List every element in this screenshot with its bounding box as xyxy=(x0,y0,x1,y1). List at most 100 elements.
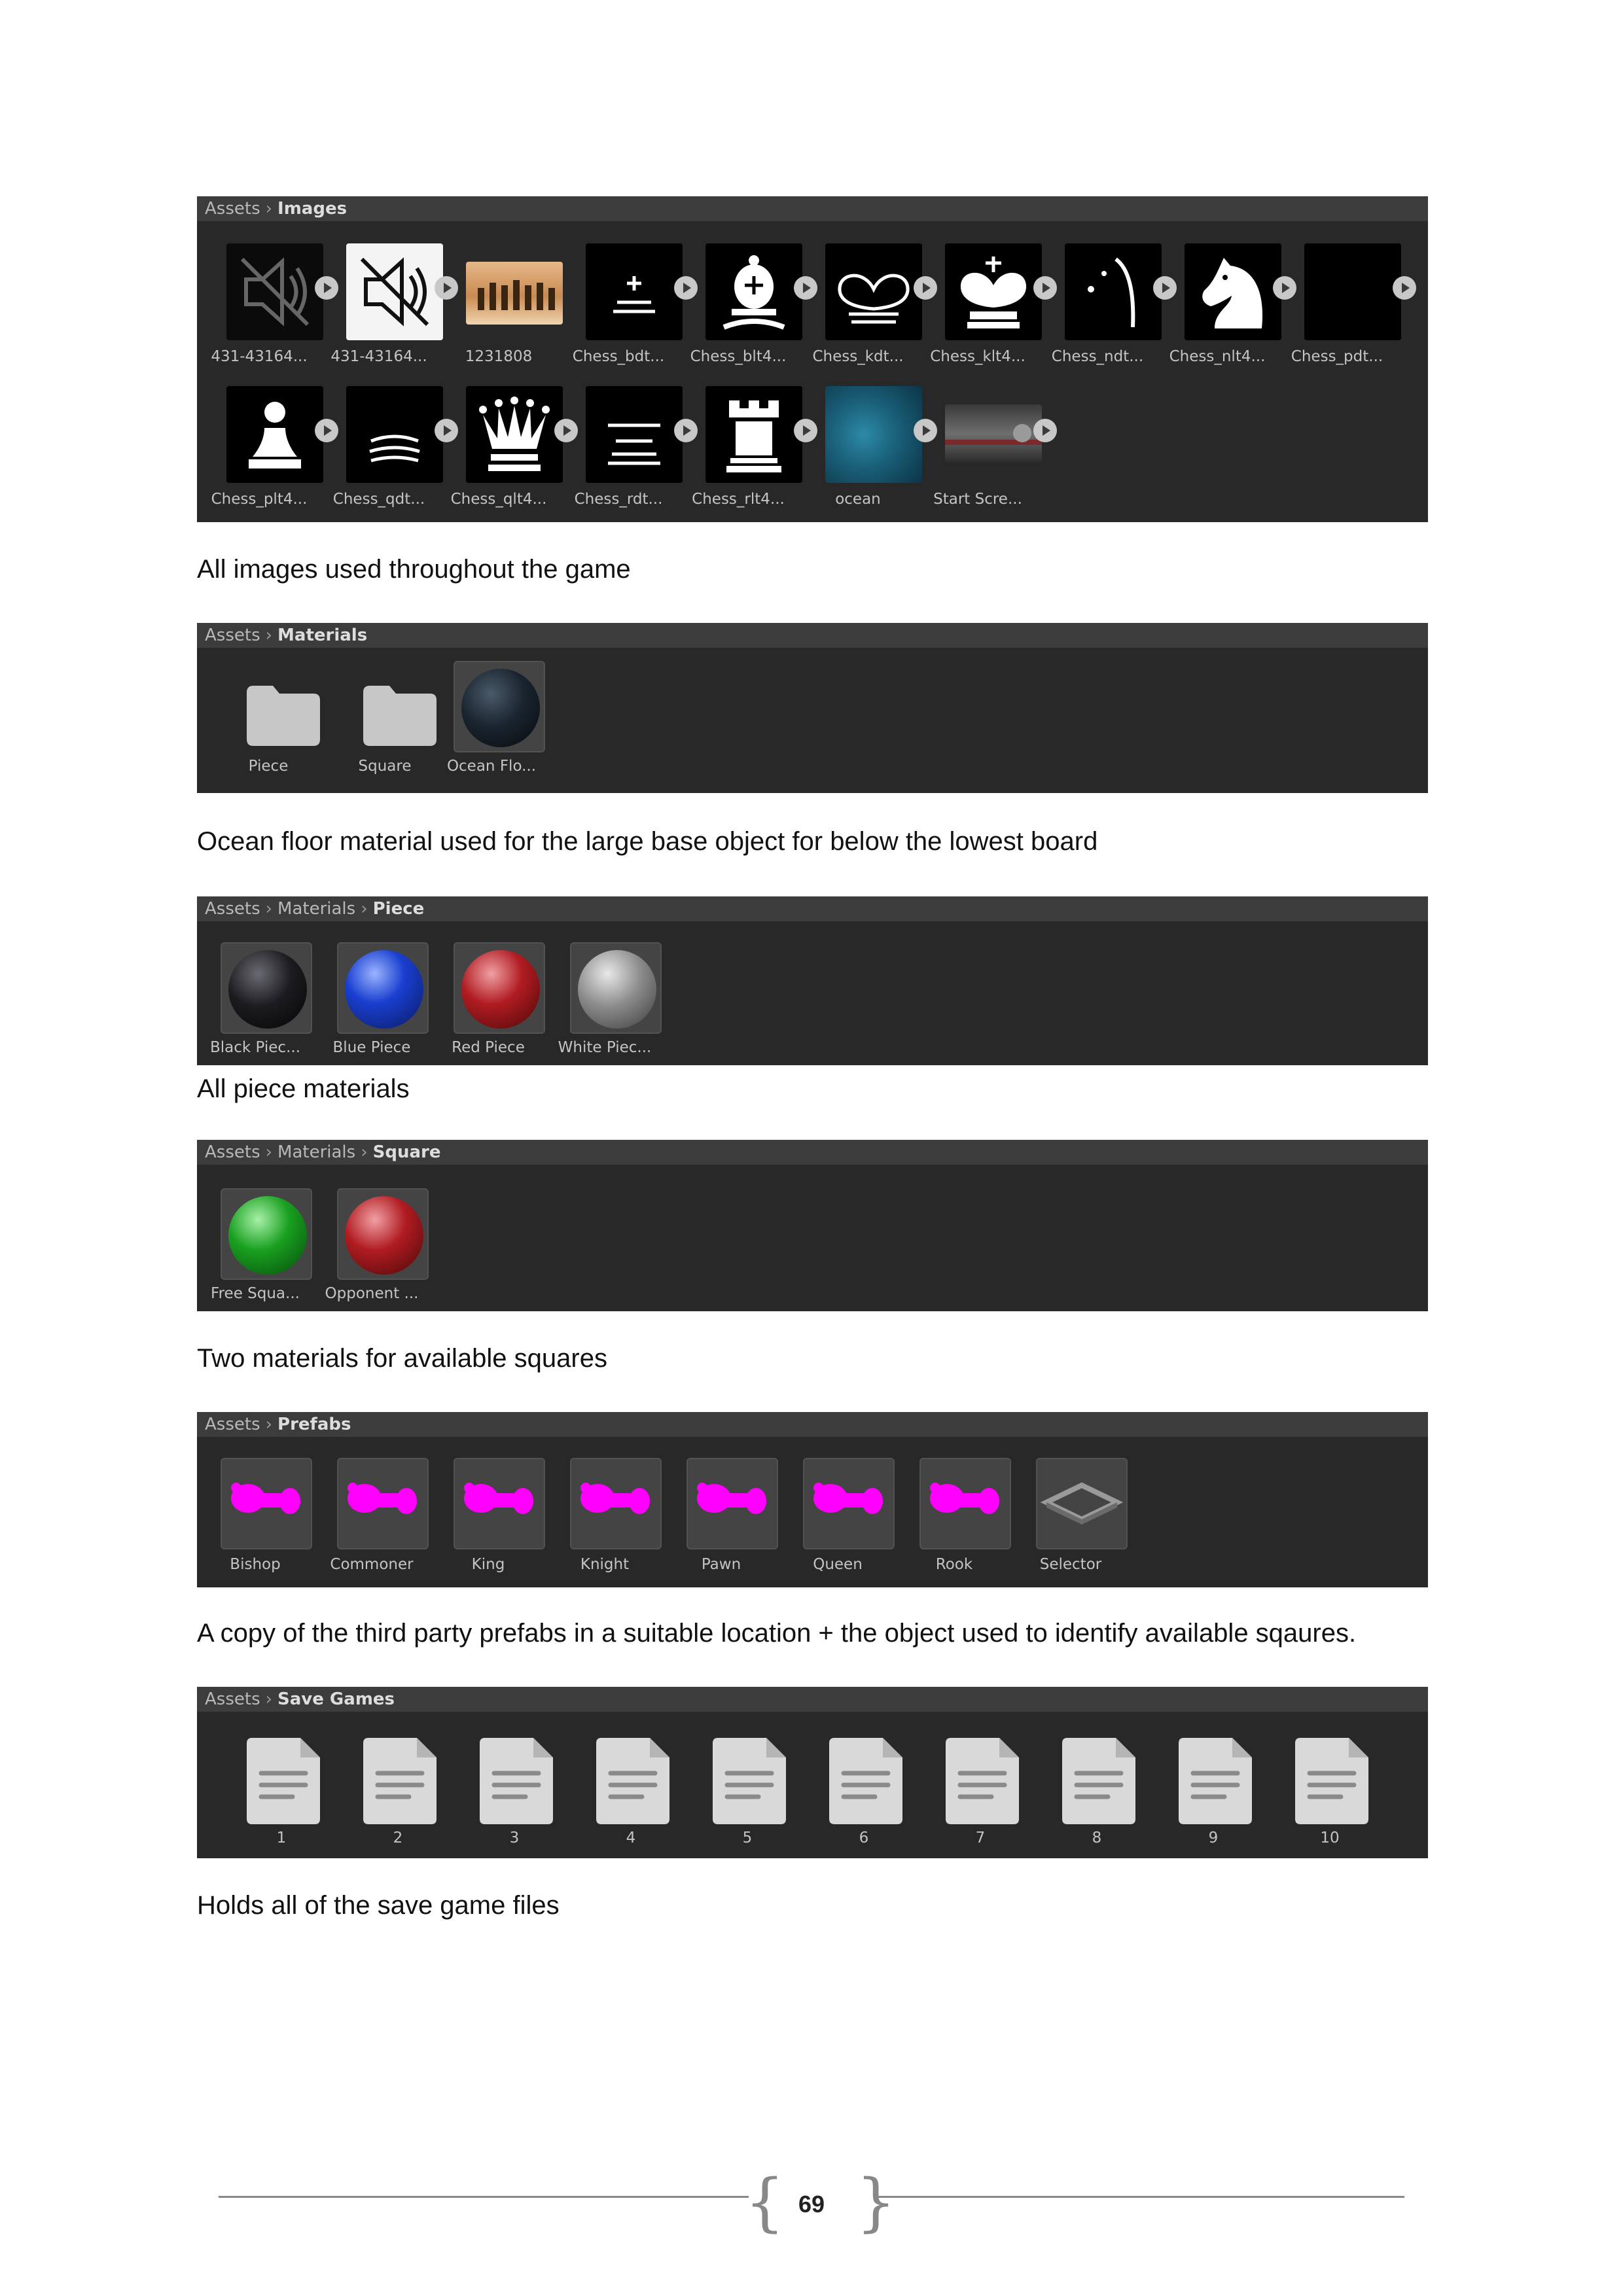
chevron-right-icon: › xyxy=(361,899,368,919)
asset-label: 431-43164... xyxy=(330,348,427,365)
chevron-right-icon: › xyxy=(265,1689,273,1709)
material-preview xyxy=(454,661,545,752)
prefab-label: Selector xyxy=(1039,1556,1102,1573)
play-icon[interactable] xyxy=(794,276,817,300)
material-label: Red Piece xyxy=(452,1039,525,1056)
asset-label: 431-43164... xyxy=(211,348,308,365)
chess-piece-icon xyxy=(464,1483,533,1514)
play-icon[interactable] xyxy=(914,419,937,442)
play-icon[interactable] xyxy=(315,276,338,300)
document-icon xyxy=(713,1738,786,1824)
pawn-dark-icon xyxy=(1304,243,1401,340)
chevron-right-icon: › xyxy=(265,626,273,645)
asset-label: Chess_blt4... xyxy=(690,348,787,365)
prefab-preview xyxy=(221,1458,312,1549)
breadcrumb-piece[interactable]: Piece xyxy=(373,899,425,919)
footer-rule-right xyxy=(877,2196,1404,2198)
material-label: Black Piec... xyxy=(209,1039,301,1056)
footer-rule-left xyxy=(219,2196,749,2198)
king-dark-icon xyxy=(825,243,922,340)
start-screen-thumbnail xyxy=(945,404,1042,463)
save-file-label: 2 xyxy=(393,1829,403,1846)
chevron-right-icon: › xyxy=(265,899,273,919)
save-games-grid: 1 2 3 4 5 6 7 8 9 10 xyxy=(197,1712,1428,1858)
ocean-photo-thumbnail xyxy=(825,386,922,483)
play-icon[interactable] xyxy=(435,419,458,442)
chevron-right-icon: › xyxy=(265,199,273,219)
folder-label: Square xyxy=(358,758,412,775)
mute-icon xyxy=(226,243,323,340)
sphere-icon xyxy=(461,669,540,747)
prefab-preview xyxy=(454,1458,545,1549)
asset-label: ocean xyxy=(835,491,881,508)
breadcrumb-assets[interactable]: Assets xyxy=(197,1687,260,1712)
breadcrumb-materials[interactable]: Materials xyxy=(277,899,355,919)
play-icon[interactable] xyxy=(794,419,817,442)
prefabs-panel: Assets › Prefabs Bishop Commoner King Knight P… xyxy=(197,1412,1428,1587)
play-icon[interactable] xyxy=(1393,276,1416,300)
prefab-label: Knight xyxy=(580,1556,630,1573)
piece-materials-panel: Assets › Materials › Piece Black Piec... Blu… xyxy=(197,896,1428,1065)
queen-light-icon xyxy=(466,386,563,483)
play-icon[interactable] xyxy=(914,276,937,300)
document-icon xyxy=(1295,1738,1368,1824)
prefabs-breadcrumb: Assets › Prefabs xyxy=(197,1412,1428,1437)
breadcrumb-assets[interactable]: Assets xyxy=(197,1140,260,1165)
document-icon xyxy=(1179,1738,1252,1824)
play-icon[interactable] xyxy=(1033,419,1057,442)
play-icon[interactable] xyxy=(674,419,698,442)
material-preview xyxy=(337,1188,429,1280)
breadcrumb-assets[interactable]: Assets xyxy=(197,196,260,221)
play-icon[interactable] xyxy=(554,419,578,442)
mute-icon xyxy=(346,243,443,340)
prefab-preview xyxy=(803,1458,895,1549)
save-file-label: 1 xyxy=(276,1829,287,1846)
caption-piece: All piece materials xyxy=(197,1074,410,1103)
chess-piece-icon xyxy=(813,1483,883,1514)
breadcrumb-images[interactable]: Images xyxy=(277,199,347,219)
play-icon[interactable] xyxy=(1273,276,1296,300)
asset-label: Chess_kdt... xyxy=(812,348,904,365)
sphere-icon xyxy=(461,950,540,1029)
chess-piece-icon xyxy=(697,1483,766,1514)
document-icon xyxy=(480,1738,553,1824)
prefab-label: Rook xyxy=(935,1556,973,1573)
asset-label: 1231808 xyxy=(465,348,533,365)
breadcrumb-assets[interactable]: Assets xyxy=(197,1412,260,1437)
chess-piece-icon xyxy=(348,1483,417,1514)
caption-materials: Ocean floor material used for the large … xyxy=(197,827,1098,856)
knight-dark-icon xyxy=(1065,243,1162,340)
breadcrumb-save-games[interactable]: Save Games xyxy=(277,1689,395,1709)
piece-grid: Black Piec... Blue Piece Red Piece White… xyxy=(197,921,1428,1065)
play-icon[interactable] xyxy=(1153,276,1177,300)
prefab-preview xyxy=(570,1458,662,1549)
sphere-icon xyxy=(228,1196,307,1275)
save-file-label: 9 xyxy=(1208,1829,1219,1846)
breadcrumb-assets[interactable]: Assets xyxy=(197,896,260,921)
asset-label: Chess_klt4... xyxy=(930,348,1026,365)
knight-light-icon xyxy=(1185,243,1281,340)
breadcrumb-assets[interactable]: Assets xyxy=(197,623,260,648)
breadcrumb-materials[interactable]: Materials xyxy=(277,1142,355,1162)
asset-label: Chess_qdt... xyxy=(332,491,425,508)
breadcrumb-square[interactable]: Square xyxy=(373,1142,441,1162)
save-file-label: 5 xyxy=(742,1829,753,1846)
square-grid: Free Squa... Opponent ... xyxy=(197,1165,1428,1311)
prefab-label: Bishop xyxy=(230,1556,281,1573)
page-number: 69 xyxy=(798,2191,825,2217)
play-icon[interactable] xyxy=(1033,276,1057,300)
square-breadcrumb: Assets › Materials › Square xyxy=(197,1140,1428,1165)
asset-label: Chess_ndt... xyxy=(1051,348,1144,365)
save-file-label: 8 xyxy=(1092,1829,1102,1846)
play-icon[interactable] xyxy=(435,276,458,300)
play-icon[interactable] xyxy=(674,276,698,300)
material-preview xyxy=(221,942,312,1034)
document-icon xyxy=(1062,1738,1135,1824)
chess-piece-icon xyxy=(231,1483,300,1514)
prefab-label: Pawn xyxy=(701,1556,741,1573)
asset-label: Chess_pdt... xyxy=(1291,348,1383,365)
rook-dark-icon xyxy=(586,386,683,483)
play-icon[interactable] xyxy=(315,419,338,442)
breadcrumb-prefabs[interactable]: Prefabs xyxy=(277,1415,351,1434)
breadcrumb-materials[interactable]: Materials xyxy=(277,626,367,645)
